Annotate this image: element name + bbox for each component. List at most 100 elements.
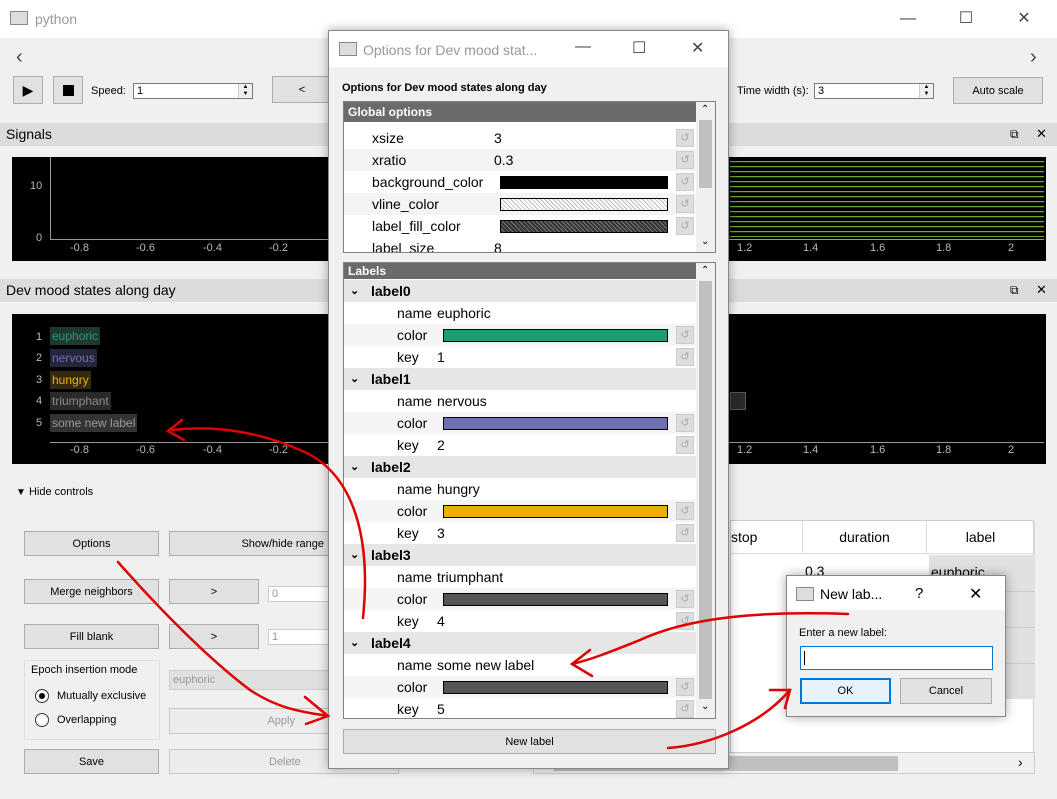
speed-spinbox[interactable]: 1 ▲ ▼ (133, 83, 253, 99)
chevron-down-icon[interactable]: ⌄ (350, 632, 359, 654)
fill-spinbox[interactable]: 1 (268, 629, 330, 645)
option-row-xratio[interactable]: xratio 0.3 ↺ (344, 149, 696, 171)
label-color-row[interactable]: color ↺ (344, 676, 696, 698)
new-label-button[interactable]: New label (343, 729, 716, 754)
overlapping-radio[interactable] (35, 713, 49, 727)
color-swatch[interactable] (500, 220, 668, 233)
scroll-thumb[interactable] (699, 120, 712, 188)
chevron-down-icon[interactable]: ⌄ (350, 544, 359, 566)
spin-arrows-icon[interactable]: ▲ ▼ (919, 84, 933, 98)
back-button[interactable]: < (272, 76, 332, 103)
color-swatch[interactable] (443, 505, 668, 518)
label-name-row[interactable]: name hungry (344, 478, 696, 500)
save-button[interactable]: Save (24, 749, 159, 774)
show-hide-range-button[interactable]: Show/hide range (169, 531, 329, 556)
chevron-down-icon[interactable]: ⌄ (350, 280, 359, 302)
merge-apply-button[interactable]: > (169, 579, 259, 604)
reset-icon[interactable]: ↺ (676, 151, 694, 169)
scroll-right-icon[interactable]: › (1018, 754, 1023, 770)
auto-scale-button[interactable]: Auto scale (953, 77, 1043, 104)
scroll-thumb[interactable] (699, 281, 712, 699)
option-row-xsize[interactable]: xsize 3 ↺ (344, 127, 696, 149)
mutually-exclusive-radio[interactable] (35, 689, 49, 703)
label-group-header[interactable]: ⌄ label0 (344, 280, 696, 302)
label-key-row[interactable]: key 3 ↺ (344, 522, 696, 544)
reset-icon[interactable]: ↺ (676, 700, 694, 718)
label-color-row[interactable]: color ↺ (344, 588, 696, 610)
scroll-up-icon[interactable]: ⌃ (701, 265, 709, 276)
nav-right-icon[interactable]: › (1030, 46, 1037, 69)
reset-icon[interactable]: ↺ (676, 436, 694, 454)
reset-icon[interactable]: ↺ (676, 195, 694, 213)
merge-neighbors-button[interactable]: Merge neighbors (24, 579, 159, 604)
close-icon[interactable]: ✕ (1001, 0, 1047, 38)
chevron-down-icon[interactable]: ⌄ (350, 456, 359, 478)
label-group-header[interactable]: ⌄ label4 (344, 632, 696, 654)
color-swatch[interactable] (500, 176, 668, 189)
label-combo[interactable]: euphoric (169, 670, 329, 690)
float-icon[interactable]: ⧉ (1010, 283, 1019, 298)
reset-icon[interactable]: ↺ (676, 217, 694, 235)
label-group-header[interactable]: ⌄ label1 (344, 368, 696, 390)
color-swatch[interactable] (443, 417, 668, 430)
scroll-down-icon[interactable]: ⌄ (701, 701, 709, 712)
reset-icon[interactable]: ↺ (676, 173, 694, 191)
minimize-icon[interactable]: — (885, 0, 931, 38)
help-icon[interactable]: ? (915, 585, 923, 602)
option-row-label-size[interactable]: label_size 8 (344, 237, 696, 252)
vertical-scrollbar[interactable]: ⌃ ⌄ (696, 263, 715, 718)
nav-left-icon[interactable]: ‹ (16, 46, 23, 69)
reset-icon[interactable]: ↺ (676, 326, 694, 344)
label-color-row[interactable]: color ↺ (344, 500, 696, 522)
table-header-label[interactable]: label (927, 521, 1035, 554)
reset-icon[interactable]: ↺ (676, 524, 694, 542)
label-name-row[interactable]: name triumphant (344, 566, 696, 588)
minimize-icon[interactable]: — (575, 38, 591, 56)
color-swatch[interactable] (443, 329, 668, 342)
chevron-down-icon[interactable]: ⌄ (350, 368, 359, 390)
maximize-icon[interactable]: ☐ (943, 0, 989, 38)
cancel-button[interactable]: Cancel (900, 678, 992, 704)
close-icon[interactable]: ✕ (691, 38, 704, 58)
ok-button[interactable]: OK (800, 678, 891, 704)
maximize-icon[interactable]: ☐ (632, 38, 646, 58)
play-button[interactable]: ▶ (13, 76, 43, 104)
hide-controls-toggle[interactable]: ▼ Hide controls (16, 486, 93, 498)
table-header-stop[interactable]: stop (731, 521, 803, 554)
color-swatch[interactable] (500, 198, 668, 211)
reset-icon[interactable]: ↺ (676, 612, 694, 630)
reset-icon[interactable]: ↺ (676, 502, 694, 520)
reset-icon[interactable]: ↺ (676, 590, 694, 608)
global-options-tree[interactable]: Global options ⌃ ⌄ xsize 3 ↺ xratio 0.3 … (343, 101, 716, 253)
option-row-vline-color[interactable]: vline_color ↺ (344, 193, 696, 215)
label-key-row[interactable]: key 2 ↺ (344, 434, 696, 456)
label-group-header[interactable]: ⌄ label3 (344, 544, 696, 566)
table-header-duration[interactable]: duration (803, 521, 927, 554)
close-icon[interactable]: ✕ (1036, 126, 1047, 142)
fill-apply-button[interactable]: > (169, 624, 259, 649)
label-group-header[interactable]: ⌄ label2 (344, 456, 696, 478)
label-name-row[interactable]: name euphoric (344, 302, 696, 324)
option-row-background-color[interactable]: background_color ↺ (344, 171, 696, 193)
option-row-label-fill-color[interactable]: label_fill_color ↺ (344, 215, 696, 237)
vertical-scrollbar[interactable]: ⌃ ⌄ (696, 102, 715, 252)
close-icon[interactable]: ✕ (969, 584, 982, 604)
time-width-spinbox[interactable]: 3 ▲ ▼ (814, 83, 934, 99)
reset-icon[interactable]: ↺ (676, 129, 694, 147)
scroll-up-icon[interactable]: ⌃ (701, 104, 709, 115)
label-color-row[interactable]: color ↺ (344, 324, 696, 346)
color-swatch[interactable] (443, 593, 668, 606)
reset-icon[interactable]: ↺ (676, 348, 694, 366)
merge-spinbox[interactable]: 0 (268, 586, 330, 602)
color-swatch[interactable] (443, 681, 668, 694)
float-icon[interactable]: ⧉ (1010, 127, 1019, 142)
fill-blank-button[interactable]: Fill blank (24, 624, 159, 649)
label-key-row[interactable]: key 5 ↺ (344, 698, 696, 718)
reset-icon[interactable]: ↺ (676, 414, 694, 432)
label-key-row[interactable]: key 1 ↺ (344, 346, 696, 368)
spin-arrows-icon[interactable]: ▲ ▼ (238, 84, 252, 98)
new-label-input[interactable] (800, 646, 993, 670)
apply-button[interactable]: Apply (169, 708, 329, 734)
label-key-row[interactable]: key 4 ↺ (344, 610, 696, 632)
label-name-row[interactable]: name some new label (344, 654, 696, 676)
